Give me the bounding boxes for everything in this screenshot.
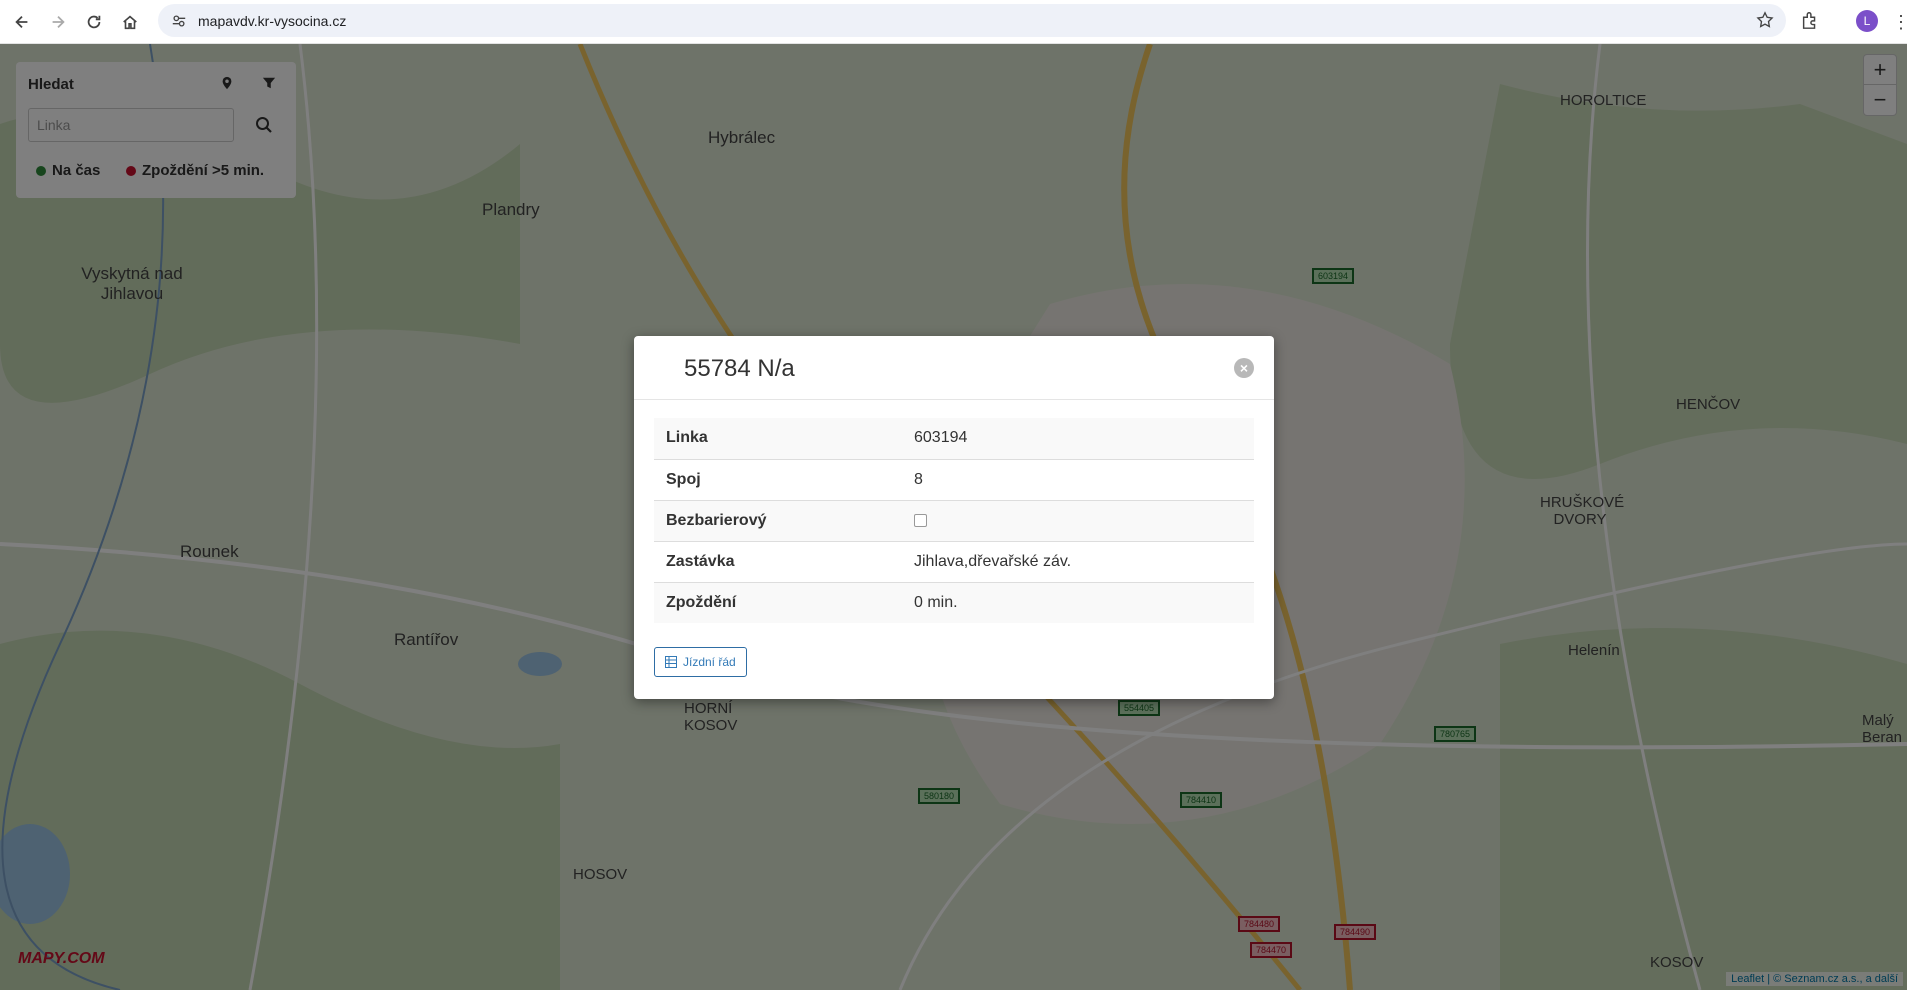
url-text: mapavdv.kr-vysocina.cz [198,12,347,29]
home-icon[interactable] [112,4,148,40]
row-value: 8 [902,458,1254,500]
close-icon[interactable]: × [1234,358,1254,378]
row-value [902,499,1254,541]
star-icon[interactable] [1756,11,1774,29]
kebab-menu-icon[interactable]: ⋮ [1892,12,1907,32]
table-row: Linka 603194 [654,418,1254,459]
row-label: Zastávka [654,540,902,582]
table-row: Bezbarierový [654,499,1254,541]
table-icon [665,656,677,668]
vehicle-detail-modal: 55784 N/a × Linka 603194 Spoj 8 Bezbarie… [634,336,1274,699]
row-label: Spoj [654,458,902,500]
timetable-button[interactable]: Jízdní řád [654,647,747,677]
modal-header: 55784 N/a × [634,336,1274,400]
timetable-button-label: Jízdní řád [683,655,736,669]
row-value: 603194 [902,418,1254,459]
reload-icon[interactable] [76,4,112,40]
back-arrow-icon[interactable] [4,4,40,40]
row-label: Linka [654,418,902,459]
vehicle-info-table: Linka 603194 Spoj 8 Bezbarierový Zastávk… [654,418,1254,623]
row-label: Bezbarierový [654,499,902,541]
browser-toolbar: mapavdv.kr-vysocina.cz L ⋮ [0,0,1907,44]
row-value: 0 min. [902,581,1254,623]
table-row: Zpoždění 0 min. [654,581,1254,623]
site-info-icon[interactable] [170,12,188,30]
barrier-free-checkbox[interactable] [914,513,927,527]
table-row: Spoj 8 [654,458,1254,500]
address-bar[interactable]: mapavdv.kr-vysocina.cz [158,4,1786,37]
table-row: Zastávka Jihlava,dřevařské záv. [654,540,1254,582]
profile-avatar[interactable]: L [1856,10,1878,32]
row-label: Zpoždění [654,581,902,623]
extensions-icon[interactable] [1800,10,1822,32]
modal-title: 55784 N/a [684,355,795,382]
row-value: Jihlava,dřevařské záv. [902,540,1254,582]
forward-arrow-icon[interactable] [40,4,76,40]
